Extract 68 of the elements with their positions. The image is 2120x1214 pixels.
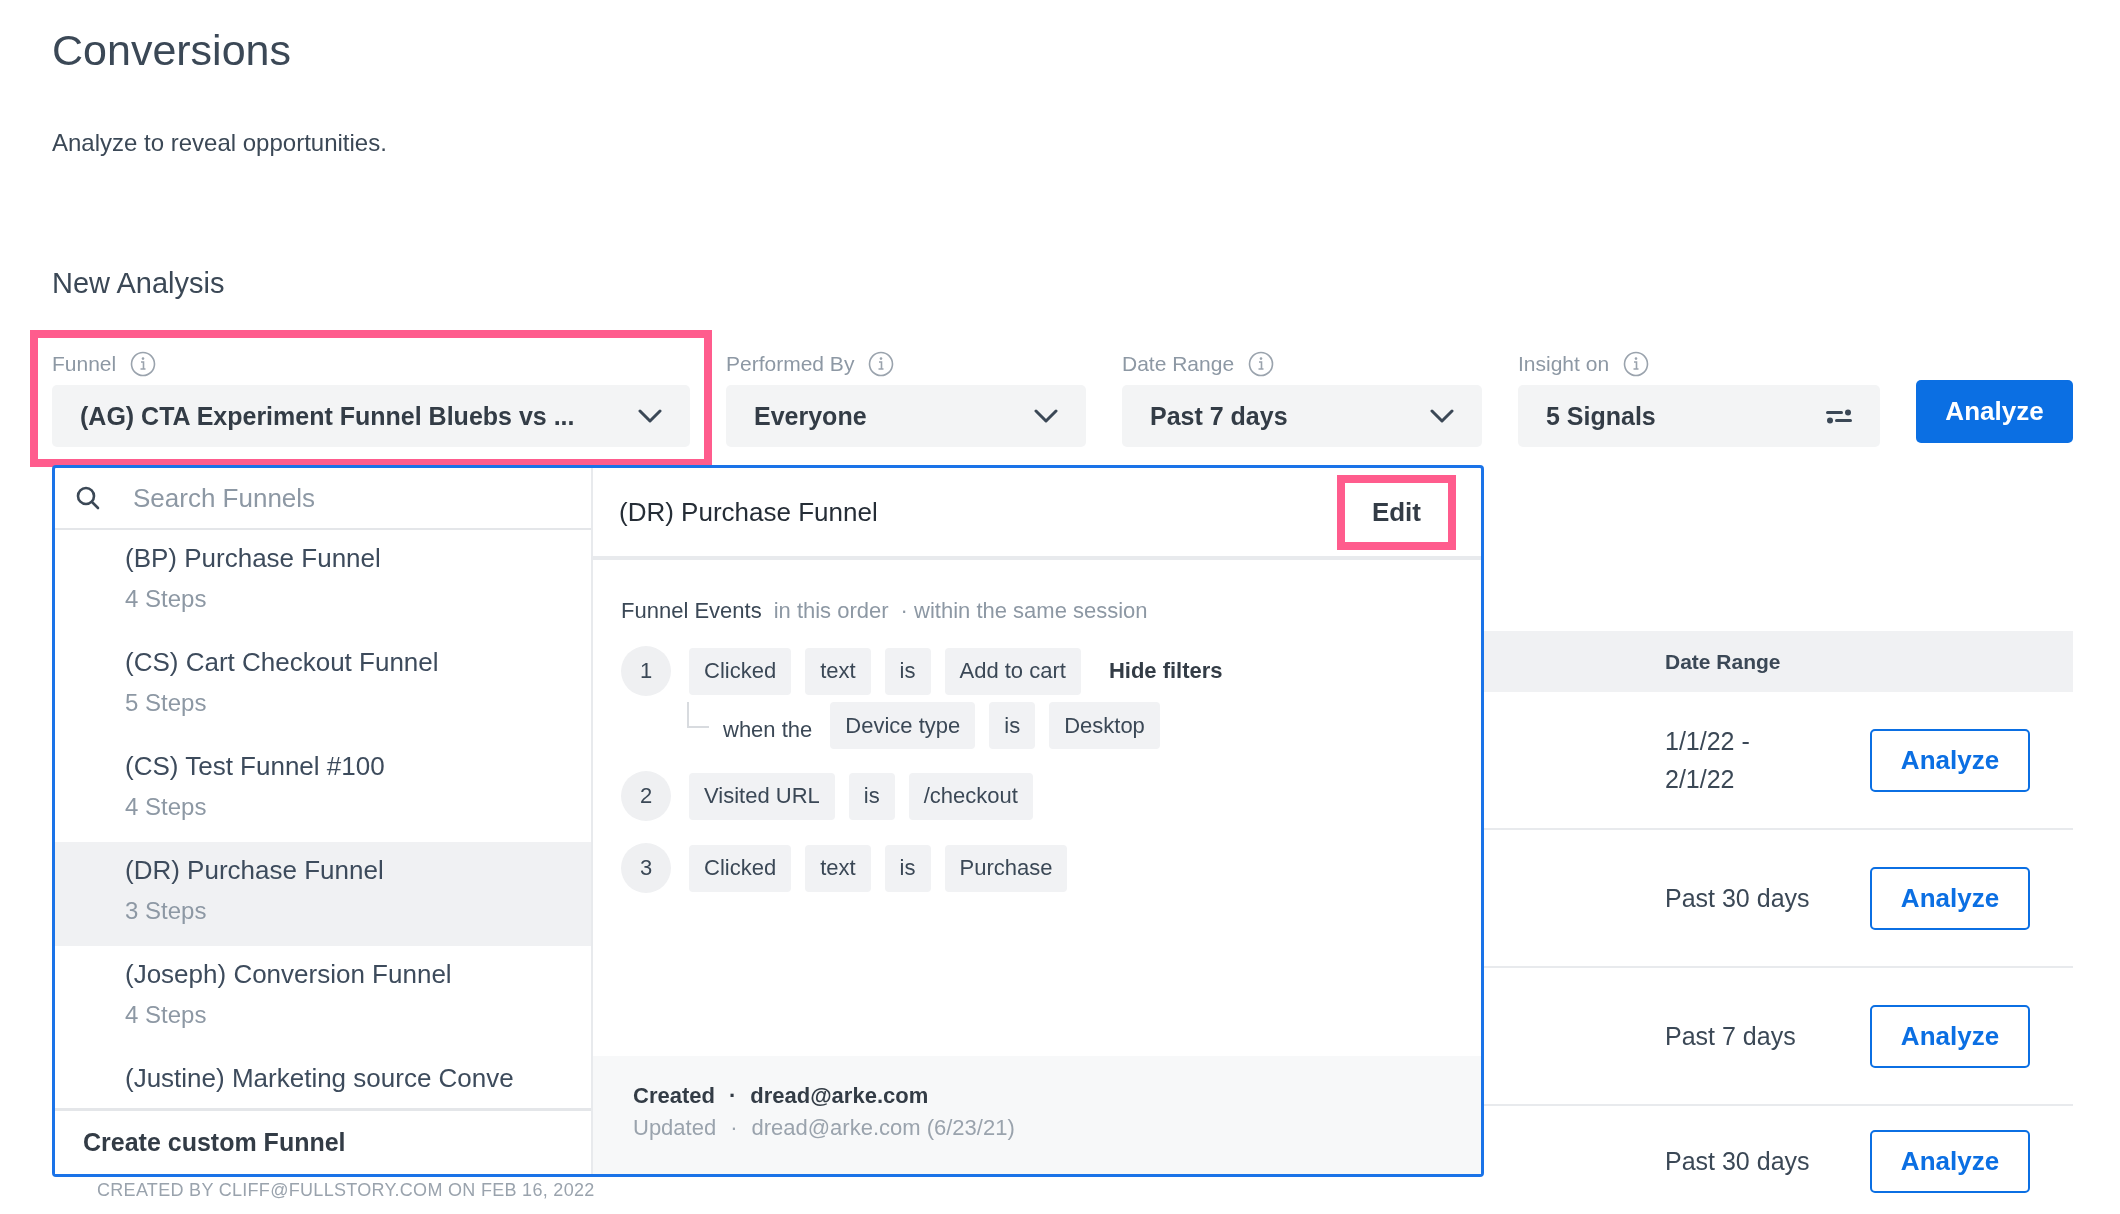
updated-label: Updated	[633, 1114, 717, 1142]
section-heading: New Analysis	[52, 266, 226, 301]
chevron-down-icon	[638, 409, 662, 423]
separator-dot: ·	[728, 1082, 737, 1110]
funnel-item[interactable]: (DR) Purchase Funnel 3 Steps	[55, 842, 591, 946]
event-token: /checkout	[908, 772, 1033, 820]
field-label: Date Range	[1122, 352, 1235, 376]
filter-token: Desktop	[1049, 702, 1160, 749]
step-number: 3	[621, 843, 671, 893]
connector-line	[687, 702, 709, 728]
event-token: is	[848, 772, 895, 820]
search-icon	[75, 485, 101, 511]
sliders-icon	[1826, 407, 1852, 425]
order-note: in this order	[773, 598, 889, 624]
funnel-item[interactable]: (Joseph) Conversion Funnel 4 Steps	[55, 946, 591, 1050]
dropdown[interactable]: Everyone	[726, 385, 1086, 447]
table-cell-text: Past 30 days	[1665, 1146, 1811, 1177]
info-icon[interactable]	[1623, 351, 1650, 377]
event-token: Add to cart	[944, 647, 1081, 695]
info-icon[interactable]	[1248, 351, 1275, 377]
created-by: dread@arke.com	[750, 1082, 929, 1110]
event-token: is	[884, 647, 931, 695]
event-token: text	[805, 647, 871, 695]
analyze-button[interactable]: Analyze	[1870, 1004, 2030, 1068]
event-token: is	[884, 844, 931, 892]
event-token: Clicked	[689, 647, 792, 695]
field-label: Performed By	[726, 352, 855, 376]
footer-note: CREATED BY CLIFF@FULLSTORY.COM ON FEB 16, 2022	[97, 1180, 595, 1201]
signals-selector[interactable]: 5 Signals	[1518, 385, 1880, 447]
info-icon[interactable]	[130, 351, 157, 377]
page-title: Conversions	[52, 25, 292, 76]
analyze-button[interactable]: Analyze	[1916, 380, 2073, 443]
event-token: Clicked	[689, 844, 792, 892]
funnel-item[interactable]: (BP) Purchase Funnel 4 Steps	[55, 530, 591, 634]
table-cell-text: Past 7 days	[1665, 1021, 1797, 1052]
filter-prefix: when the	[723, 716, 813, 743]
separator-dot: ·	[730, 1114, 738, 1142]
step-number: 1	[621, 646, 671, 696]
step-number: 2	[621, 771, 671, 821]
dropdown[interactable]: (AG) CTA Experiment Funnel Bluebs vs ...	[52, 385, 690, 447]
filter-token: Device type	[830, 702, 976, 749]
field-label: Funnel	[52, 352, 117, 376]
create-funnel-button[interactable]: Create custom Funnel	[55, 1108, 591, 1174]
funnel-item[interactable]: (CS) Cart Checkout Funnel 5 Steps	[55, 634, 591, 738]
table-cell-text: 1/1/22 - 2/1/22	[1665, 726, 1751, 795]
section-label: Funnel Events	[621, 598, 762, 624]
info-icon[interactable]	[868, 351, 895, 377]
event-token: Purchase	[944, 844, 1068, 892]
chevron-down-icon	[1034, 409, 1058, 423]
column-header: Date Range	[1665, 649, 1781, 673]
search-field[interactable]: Search Funnels	[131, 481, 515, 515]
page-subtitle: Analyze to reveal opportunities.	[52, 128, 388, 158]
funnel-title: (DR) Purchase Funnel	[619, 496, 878, 528]
funnel-item[interactable]: (Justine) Marketing source Conve	[55, 1050, 591, 1106]
analyze-button[interactable]: Analyze	[1870, 728, 2030, 792]
session-note: · within the same session	[900, 598, 1148, 624]
dropdown[interactable]: Past 7 days	[1122, 385, 1482, 447]
field-label: Insight on	[1518, 352, 1610, 376]
filter-token: is	[989, 702, 1036, 749]
event-token: Visited URL	[689, 772, 835, 820]
chevron-down-icon	[1430, 409, 1454, 423]
event-token: text	[805, 844, 871, 892]
analyze-button[interactable]: Analyze	[1870, 866, 2030, 930]
hide-filters-link[interactable]: Hide filters	[1102, 657, 1229, 685]
updated-by: dread@arke.com (6/23/21)	[751, 1114, 1015, 1142]
table-cell-text: Past 30 days	[1665, 883, 1811, 914]
funnel-item[interactable]: (CS) Test Funnel #100 4 Steps	[55, 738, 591, 842]
created-label: Created	[633, 1082, 715, 1110]
